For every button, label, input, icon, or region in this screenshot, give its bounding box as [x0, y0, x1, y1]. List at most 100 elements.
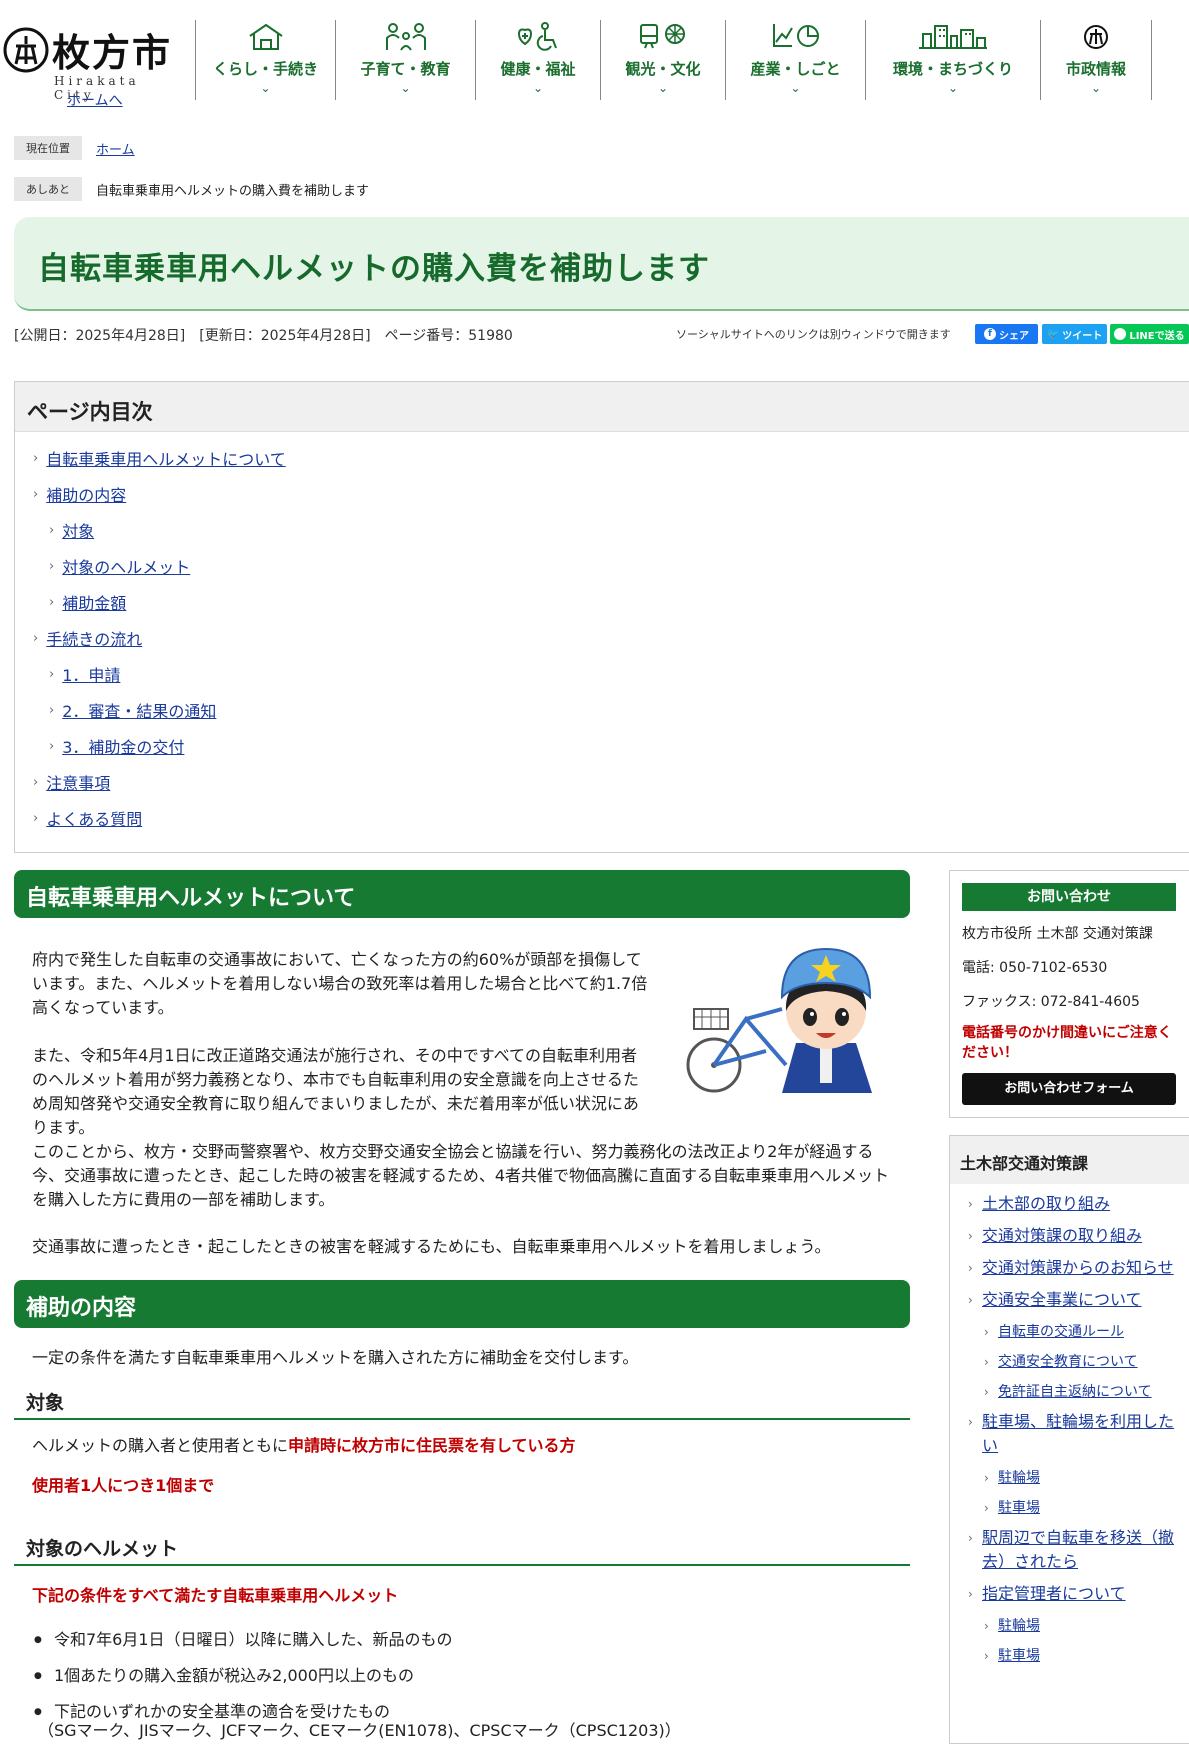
chevron-down-icon: ⌄	[532, 81, 544, 95]
toc-item: › 補助金額	[15, 584, 1189, 620]
chevron-right-icon: ›	[49, 558, 55, 574]
nav-living[interactable]: くらし・手続き ⌄	[195, 20, 335, 100]
logo-text: 枚方市	[52, 30, 173, 75]
table-of-contents: ページ内目次 › 自転車乗車用ヘルメットについて › 補助の内容 › 対象 › 対象のヘルメッ…	[14, 381, 1189, 853]
social-note: ソーシャルサイトへのリンクは別ウィンドウで開きます	[676, 328, 951, 341]
contact-warning: 電話番号のかけ間違いにご注意ください！	[962, 1025, 1172, 1061]
site-logo[interactable]: 枚方市 Hirakata City ホームへ	[0, 22, 178, 109]
sidebar-link[interactable]: 駅周辺で自転車を移送（撤去）されたら	[982, 1528, 1174, 1571]
section2-intro: 一定の条件を満たす自転車乗車用ヘルメットを購入された方に補助金を交付します。	[32, 1348, 639, 1367]
nav-industry[interactable]: 産業・しごと ⌄	[725, 20, 865, 100]
toc-item: › 2．審査・結果の通知	[15, 692, 1189, 728]
sidebar-item: › 駐車場、駐輪場を利用したい	[950, 1410, 1189, 1458]
helmet-mascot-illustration	[686, 947, 872, 1093]
chevron-down-icon: ⌄	[400, 81, 411, 95]
nav-health[interactable]: 健康・福祉 ⌄	[475, 20, 600, 100]
toc-link[interactable]: 手続きの流れ	[46, 626, 142, 650]
breadcrumb-home-link[interactable]: ホーム	[96, 139, 135, 158]
nav-childcare[interactable]: 子育て・教育 ⌄	[335, 20, 475, 100]
paragraph-2: また、令和5年4月1日に改正道路交通法が施行され、その中ですべての自転車利用者の…	[32, 1046, 639, 1137]
chevron-right-icon: ›	[984, 1355, 989, 1369]
chevron-right-icon: ›	[968, 1531, 973, 1545]
sidebar-link[interactable]: 免許証自主返納について	[998, 1384, 1152, 1400]
sidebar-link[interactable]: 土木部の取り組み	[982, 1194, 1110, 1213]
footprint-trail: あしあと 自転車乗車用ヘルメットの購入費を補助します	[14, 177, 369, 201]
chevron-right-icon: ›	[984, 1501, 989, 1515]
toc-item: › 手続きの流れ	[15, 620, 1189, 656]
twitter-share-button[interactable]: 🐦 ツイート	[1042, 324, 1107, 344]
sidebar-link[interactable]: 交通対策課からのお知らせ	[982, 1258, 1174, 1277]
paragraph-1: 府内で発生した自転車の交通事故において、亡くなった方の約60%が頭部を損傷してい…	[32, 950, 648, 1017]
section-heading-content: 補助の内容	[14, 1280, 910, 1328]
sidebar-link[interactable]: 交通対策課の取り組み	[982, 1226, 1142, 1245]
toc-link[interactable]: 対象	[62, 518, 94, 542]
toc-link[interactable]: よくある質問	[46, 806, 142, 830]
chevron-down-icon: ⌄	[947, 81, 959, 95]
sidebar-nav: 土木部交通対策課 › 土木部の取り組み › 交通対策課の取り組み › 交通対策課からのお知…	[949, 1135, 1189, 1744]
contact-tel: 電話: 050-7102-6530	[962, 960, 1108, 976]
chevron-down-icon: ⌄	[657, 81, 669, 95]
toc-link[interactable]: 補助金額	[62, 590, 126, 614]
home-link[interactable]: ホームへ	[67, 90, 123, 110]
nav-environment[interactable]: 環境・まちづくり ⌄	[865, 20, 1040, 100]
twitter-icon: 🐦	[1046, 328, 1060, 340]
toc-item: › 対象	[15, 512, 1189, 548]
nav-tourism[interactable]: 観光・文化 ⌄	[600, 20, 725, 100]
sidebar-item: › 駐車場	[950, 1644, 1189, 1668]
sidebar-item: › 駐輪場	[950, 1466, 1189, 1490]
sidebar-link[interactable]: 自転車の交通ルール	[998, 1324, 1124, 1340]
chart-icon	[772, 24, 819, 47]
contact-fax: ファックス: 072-841-4605	[962, 994, 1140, 1010]
sidebar-link[interactable]: 駐輪場	[998, 1470, 1040, 1486]
chevron-right-icon: ›	[49, 666, 55, 682]
cityhall-icon	[1084, 25, 1108, 49]
sidebar-item: › 交通対策課の取り組み	[950, 1224, 1189, 1248]
tourism-icon	[640, 24, 685, 49]
chevron-right-icon: ›	[49, 522, 55, 538]
helmet-conditions: 下記の条件をすべて満たす自転車乗車用ヘルメット	[32, 1586, 399, 1605]
chevron-right-icon: ›	[984, 1619, 989, 1633]
helmet-marks: （SGマーク、JISマーク、JCFマーク、CEマーク(EN1078)、CPSCマ…	[38, 1721, 681, 1740]
facebook-share-button[interactable]: f シェア	[975, 324, 1038, 344]
target-text: ヘルメットの購入者と使用者ともに申請時に枚方市に住民票を有している方	[32, 1436, 576, 1455]
breadcrumb: 現在位置 ホーム	[14, 136, 135, 160]
toc-link[interactable]: 補助の内容	[46, 482, 126, 506]
chevron-down-icon: ⌄	[1090, 81, 1102, 95]
site-header: 枚方市 Hirakata City ホームへ くらし・手続き ⌄ 子育て・教育 …	[0, 0, 1189, 115]
sidebar-heading: 土木部交通対策課	[950, 1136, 1189, 1184]
toc-link[interactable]: 2．審査・結果の通知	[62, 698, 216, 722]
house-icon	[248, 23, 283, 50]
sidebar-link[interactable]: 駐車場、駐輪場を利用したい	[982, 1412, 1174, 1455]
contact-dept: 枚方市役所 土木部 交通対策課	[962, 926, 1153, 942]
family-icon	[385, 23, 426, 51]
sidebar-link[interactable]: 交通安全事業について	[982, 1290, 1142, 1309]
sidebar-link[interactable]: 交通安全教育について	[998, 1354, 1138, 1370]
sidebar-list: › 土木部の取り組み › 交通対策課の取り組み › 交通対策課からのお知らせ › 交通安全事業…	[950, 1184, 1189, 1668]
toc-item: › 自転車乗車用ヘルメットについて	[15, 440, 1189, 476]
sidebar-item: › 自転車の交通ルール	[950, 1320, 1189, 1344]
city-emblem-icon	[3, 27, 49, 73]
chevron-down-icon: ⌄	[260, 81, 271, 95]
toc-item: › 3．補助金の交付	[15, 728, 1189, 764]
toc-heading: ページ内目次	[15, 382, 1189, 432]
contact-heading: お問い合わせ	[962, 883, 1176, 911]
toc-link[interactable]: 自転車乗車用ヘルメットについて	[46, 446, 286, 470]
toc-link[interactable]: 注意事項	[46, 770, 110, 794]
subheading-helmet: 対象のヘルメット	[14, 1528, 910, 1566]
chevron-right-icon: ›	[968, 1229, 973, 1243]
sidebar-item: › 免許証自主返納について	[950, 1380, 1189, 1404]
toc-link[interactable]: 1．申請	[62, 662, 120, 686]
toc-link[interactable]: 3．補助金の交付	[62, 734, 184, 758]
contact-form-button[interactable]: お問い合わせフォーム	[962, 1073, 1176, 1105]
sidebar-link[interactable]: 駐車場	[998, 1648, 1040, 1664]
toc-item: › よくある質問	[15, 800, 1189, 836]
sidebar-link[interactable]: 駐車場	[998, 1500, 1040, 1516]
paragraph-3: このことから、枚方・交野両警察署や、枚方交野交通安全協会と協議を行い、努力義務化…	[32, 1142, 890, 1209]
line-share-button[interactable]: LINEで送る	[1110, 324, 1189, 344]
toc-item: › 1．申請	[15, 656, 1189, 692]
sidebar-link[interactable]: 指定管理者について	[982, 1584, 1126, 1603]
sidebar-link[interactable]: 駐輪場	[998, 1618, 1040, 1634]
toc-link[interactable]: 対象のヘルメット	[62, 554, 190, 578]
nav-city-admin[interactable]: 市政情報 ⌄	[1040, 20, 1152, 100]
footprint-item: 自転車乗車用ヘルメットの購入費を補助します	[96, 183, 370, 199]
